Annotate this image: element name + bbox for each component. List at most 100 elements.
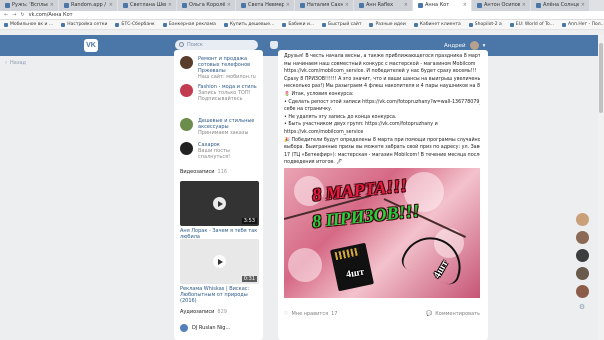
video-thumbnail[interactable]: 3:53: [180, 181, 259, 226]
back-link[interactable]: ‹ Назад: [5, 60, 26, 66]
scrollbar[interactable]: [598, 35, 604, 340]
chat-sidebar: ⚙: [572, 213, 592, 311]
back-arrow-icon[interactable]: ←: [4, 12, 8, 18]
back-label: Назад: [10, 60, 27, 66]
browser-tab[interactable]: Ольга Королёва×: [177, 0, 235, 11]
bookmark-item[interactable]: Апп.Нет - Пол..: [561, 22, 603, 27]
bookmark-item[interactable]: Купить дешевые...: [223, 22, 274, 27]
group-avatar: [180, 84, 193, 97]
browser-tab[interactable]: Ружъ: 'Всплывающий'×: [0, 0, 58, 11]
vk-logo[interactable]: VK: [84, 39, 98, 52]
group-item[interactable]: Ремонт и продажа сотовых телефонов Пржев…: [180, 56, 262, 80]
bookmark-item[interactable]: Бабики и...: [282, 22, 314, 27]
user-menu[interactable]: Андрей ▾: [444, 41, 485, 50]
browser-tab[interactable]: Наталия Сахно ×: [295, 0, 353, 11]
tab-favicon-icon: [241, 3, 246, 8]
browser-tab[interactable]: Алёна Солнцева×: [531, 0, 589, 11]
bookmark-icon: [162, 22, 167, 27]
wall-post: Друзья! В честь начала весны, а также пр…: [278, 50, 488, 340]
settings-icon[interactable]: ⚙: [579, 303, 585, 311]
bookmark-item[interactable]: Разные идеи: [369, 22, 406, 27]
scrollbar-thumb[interactable]: [599, 43, 603, 113]
comment-label: Комментировать: [435, 311, 480, 317]
audio-section-title[interactable]: Аудиозаписи 829: [180, 309, 227, 315]
chat-avatar[interactable]: [575, 231, 589, 244]
bookmark-item[interactable]: Кабинет клиента: [413, 22, 461, 27]
bookmark-item[interactable]: Мобильное вк и ...: [4, 22, 53, 27]
bookmark-icon: [223, 22, 228, 27]
browser-tab[interactable]: Анн Raflex ×: [354, 0, 412, 11]
chat-avatar[interactable]: [575, 267, 589, 280]
play-icon: [213, 255, 226, 268]
post-actions: ♡ Мне нравится 17 💬 Комментировать: [284, 311, 480, 317]
group-item[interactable]: Сахарок Ваши посты спалнуться!: [180, 142, 262, 160]
browser-tab[interactable]: Анна Кот ×: [413, 0, 471, 11]
tab-close-icon[interactable]: ×: [345, 0, 349, 11]
bookmark-label: Бабики и...: [288, 22, 315, 27]
bookmark-icon: [282, 22, 287, 27]
tab-favicon-icon: [123, 3, 128, 8]
heart-icon: ♡: [284, 311, 289, 317]
tab-close-icon[interactable]: ×: [227, 0, 231, 11]
post-line: • Не удалять эту запись до конца конкурс…: [284, 114, 397, 120]
search-input[interactable]: Поиск: [175, 40, 258, 50]
bookmark-label: Банкерная реклама: [168, 22, 216, 27]
like-button[interactable]: ♡ Мне нравится 17: [284, 311, 337, 317]
bookmark-label: БТС-Сбербанк: [121, 22, 155, 27]
bookmark-label: Быстрый сайт: [328, 22, 362, 27]
audio-track[interactable]: DJ Ruslan Nig...: [180, 324, 230, 332]
post-line: 17 (ТЦ «Беткефир»): мастерская - магазин…: [284, 152, 480, 158]
browser-tab[interactable]: Светлана Шевелук×: [118, 0, 176, 11]
chat-avatar[interactable]: [575, 249, 589, 262]
browser-tab[interactable]: Света Невмерзки×: [236, 0, 294, 11]
bookmark-item[interactable]: Быстрый сайт: [322, 22, 361, 27]
tab-label: Random.app / Разыгрыш: [71, 2, 107, 8]
browser-tab[interactable]: Random.app / Разыгрыш×: [59, 0, 117, 11]
tab-close-icon[interactable]: ×: [50, 0, 54, 11]
tab-close-icon[interactable]: ×: [286, 0, 290, 11]
group-item[interactable]: Fashion - мода и стиль Запись только ТОП!…: [180, 84, 262, 102]
tab-favicon-icon: [418, 3, 423, 8]
videos-section-title[interactable]: Видеозаписи 116: [180, 169, 227, 175]
url-text[interactable]: vk.com/Анна Кот: [29, 12, 73, 18]
tab-close-icon[interactable]: ×: [581, 0, 585, 11]
bookmark-item[interactable]: Банкерная реклама: [162, 22, 216, 27]
notifications-bell-icon[interactable]: [270, 41, 278, 49]
bookmark-item[interactable]: Настройка сетки: [61, 22, 107, 27]
audio-play-icon[interactable]: [180, 324, 188, 332]
group-avatar: [180, 56, 193, 69]
bookmark-item[interactable]: EU: World of To...: [509, 22, 554, 27]
tab-favicon-icon: [5, 3, 10, 8]
tab-favicon-icon: [182, 3, 187, 8]
bookmark-item[interactable]: Shopilot-2 a: [468, 22, 502, 27]
like-label: Мне нравится: [291, 311, 329, 317]
video-thumbnail[interactable]: 0:31: [180, 239, 259, 284]
chat-avatar[interactable]: [575, 285, 589, 298]
post-line: себе на страничку.: [284, 107, 333, 113]
play-icon: [213, 197, 226, 210]
tab-label: Наталия Сахно: [307, 2, 343, 8]
tab-close-icon[interactable]: ×: [404, 0, 408, 11]
bookmark-icon: [468, 22, 473, 27]
group-item[interactable]: Дешевые и стильные аксессуары Принимаем з…: [180, 118, 262, 136]
comment-button[interactable]: 💬 Комментировать: [426, 311, 480, 317]
user-name: Андрей: [444, 42, 466, 49]
browser-tab[interactable]: Антон Осипов ×: [472, 0, 530, 11]
like-count: 17: [331, 311, 338, 317]
tab-close-icon[interactable]: ×: [463, 0, 467, 11]
address-bar[interactable]: ← → ↻ vk.com/Анна Кот: [0, 11, 604, 20]
video-caption[interactable]: Реклама Whiskas | Вискас: Любопытным от …: [180, 286, 260, 304]
bookmark-item[interactable]: БТС-Сбербанк: [115, 22, 155, 27]
post-line: 🎉 Победители будут определены 8 марта пр…: [284, 137, 480, 143]
post-line: выбора. Выигранные призы вы можете забра…: [284, 145, 480, 151]
forward-arrow-icon[interactable]: →: [12, 12, 16, 18]
chat-avatar[interactable]: [575, 213, 589, 226]
post-image[interactable]: 8 МАРТА!!! 8 ПРИЗОВ!!! 4шт 4шт: [284, 168, 480, 298]
reload-icon[interactable]: ↻: [20, 12, 24, 18]
tab-close-icon[interactable]: ×: [168, 0, 172, 11]
tab-close-icon[interactable]: ×: [522, 0, 526, 11]
search-placeholder: Поиск: [187, 42, 203, 48]
group-subtitle: Ваши посты спалнуться!: [198, 148, 231, 160]
group-avatar: [180, 118, 193, 131]
tab-close-icon[interactable]: ×: [109, 0, 113, 11]
